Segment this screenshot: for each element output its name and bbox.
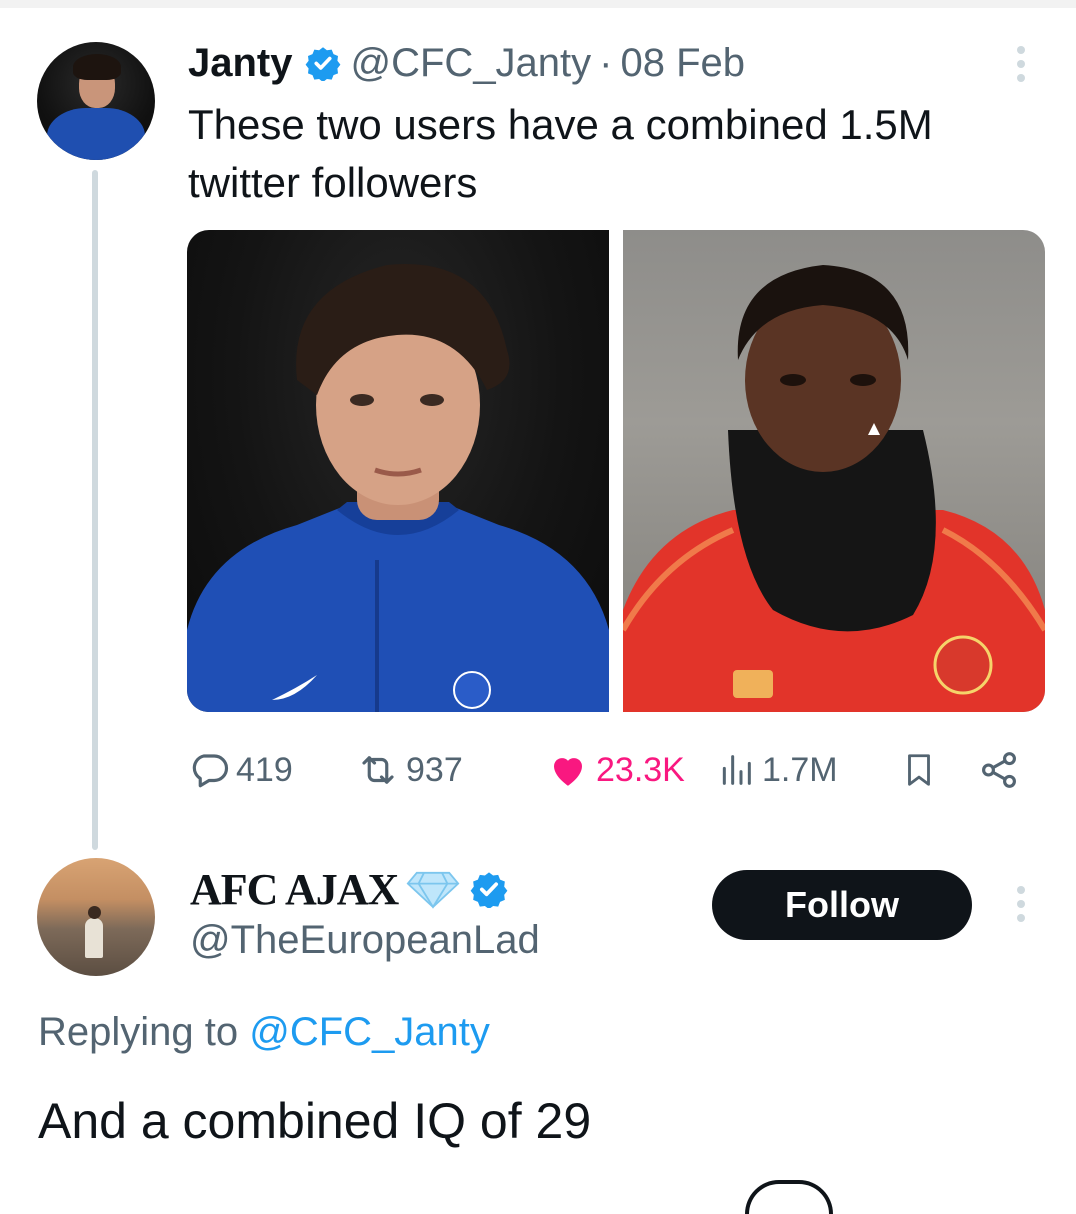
author-display-name[interactable]: Janty: [188, 41, 293, 86]
verified-badge-icon: [470, 872, 508, 908]
reply-author-handle[interactable]: @TheEuropeanLad: [190, 918, 540, 963]
tweet-image-right[interactable]: [623, 230, 1045, 712]
avatar-shirt: [47, 108, 145, 160]
views-action[interactable]: 1.7M: [716, 745, 838, 795]
date-separator: ·: [599, 40, 613, 85]
player-blue-kit-illustration: [187, 264, 609, 712]
tweet-image-left[interactable]: [187, 230, 609, 712]
avatar-figure: [85, 918, 103, 958]
tweet-actions-bar: 419 937 23.3K 1.7M: [188, 745, 1028, 795]
tweet-header: Janty @CFC_Janty · 08 Feb: [188, 38, 745, 88]
reply-action[interactable]: 419: [188, 745, 293, 795]
retweet-count: 937: [406, 750, 463, 789]
reply-author-name[interactable]: AFC AJAX: [190, 864, 399, 915]
tweet-date[interactable]: 08 Feb: [621, 41, 746, 86]
ajax-avatar[interactable]: [37, 858, 155, 976]
top-divider: [0, 0, 1076, 8]
gem-icon: [406, 871, 460, 909]
more-vertical-icon[interactable]: [1015, 886, 1027, 922]
tweet-text: These two users have a combined 1.5M twi…: [188, 101, 933, 206]
replying-to-line: Replying to @CFC_Janty: [38, 1010, 490, 1055]
heart-icon: [554, 758, 582, 786]
verified-badge-icon: [305, 47, 340, 81]
bookmark-action[interactable]: [900, 745, 944, 795]
thread-connector-line: [92, 170, 98, 850]
janty-avatar[interactable]: [37, 42, 155, 160]
avatar-hair: [73, 54, 121, 80]
bookmark-icon: [908, 754, 930, 786]
author-handle[interactable]: @CFC_Janty: [351, 41, 592, 86]
reply-author-row: AFC AJAX: [190, 862, 508, 916]
views-bar-chart-icon: [722, 755, 751, 785]
avatar-head: [88, 906, 101, 919]
replying-prefix: Replying to: [38, 1010, 239, 1054]
replying-to-mention[interactable]: @CFC_Janty: [249, 1010, 490, 1054]
reply-count: 419: [236, 750, 293, 789]
share-icon: [982, 752, 1016, 788]
more-vertical-icon[interactable]: [1015, 46, 1027, 82]
like-count: 23.3K: [596, 750, 685, 789]
follow-button[interactable]: Follow: [712, 870, 972, 940]
view-count: 1.7M: [762, 750, 838, 789]
player-red-kit-illustration: [623, 265, 1045, 712]
cropped-watermark-fragment: [745, 1180, 833, 1214]
reply-bubble-icon: [192, 754, 229, 788]
retweet-icon: [362, 756, 394, 784]
reply-text: And a combined IQ of 29: [38, 1093, 592, 1149]
share-action[interactable]: [978, 745, 1026, 795]
like-action[interactable]: 23.3K: [546, 745, 685, 795]
retweet-action[interactable]: 937: [356, 745, 463, 795]
